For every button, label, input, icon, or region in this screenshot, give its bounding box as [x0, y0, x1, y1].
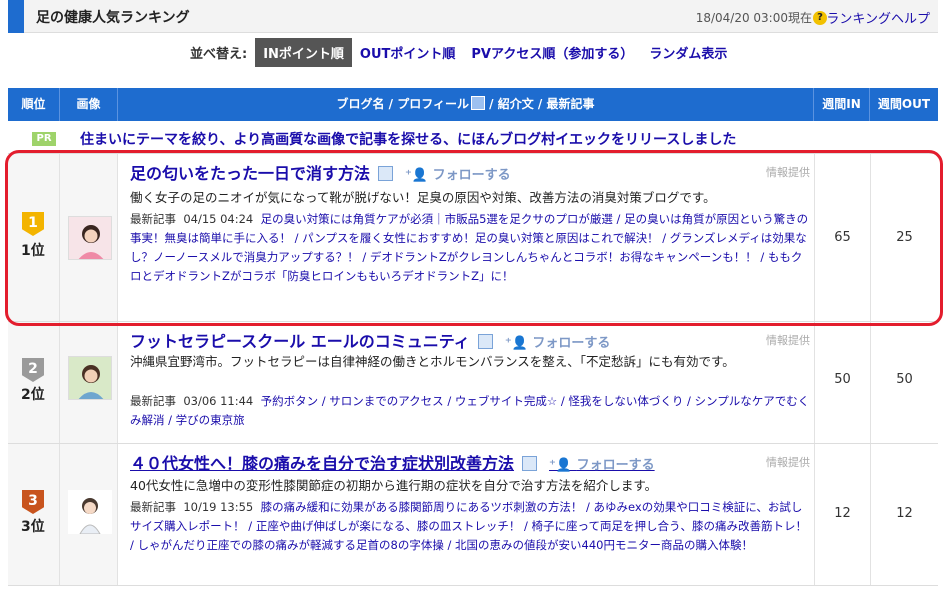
blog-title-link[interactable]: ４０代女性へ！膝の痛みを自分で治す症状別改善方法 ⁺👤 フォローする [130, 450, 655, 474]
pr-badge: PR [32, 132, 56, 146]
rank-label: 1位 [21, 243, 45, 259]
profile-icon [471, 96, 485, 110]
ranking-row-1: 1 1位 足の匂いをたった一日で消す方法 ⁺👤 フォローする 情報提供 働く女子の… [8, 154, 938, 322]
recent-articles: 最新記事 03/06 11:44 予約ボタン / サロンまでのアクセス / ウェ… [130, 392, 810, 430]
col-weekly-out: 週間OUT [877, 97, 931, 111]
col-image: 画像 [60, 88, 118, 121]
weekly-out-value: 12 [896, 506, 913, 521]
pr-row: PR 住まいにテーマを絞り、より高画質な画像で記事を探せる、にほんブログ村イエッ… [8, 122, 938, 154]
blog-description: 沖縄県宜野湾市。フットセラピーは自律神経の働きとホルモンバランスを整え、「不定愁… [130, 354, 735, 369]
blog-title-link[interactable]: フットセラピースクール エールのコミュニティ ⁺👤 フォローする [130, 328, 610, 352]
blog-title-link[interactable]: 足の匂いをたった一日で消す方法 ⁺👤 フォローする [130, 160, 511, 184]
col-blog: ブログ名 / プロフィール / 紹介文 / 最新記事 [118, 88, 814, 121]
sort-in-points[interactable]: INポイント順 [255, 37, 352, 67]
info-provide-link[interactable]: 情報提供 [766, 454, 810, 470]
header-accent-bar [8, 0, 24, 33]
ranking-row-2: 2 2位 フットセラピースクール エールのコミュニティ ⁺👤 フォローする 情報提… [8, 322, 938, 444]
gold-medal-icon: 1 [22, 212, 44, 236]
follow-button[interactable]: ⁺👤 フォローする [405, 168, 511, 183]
weekly-in-value: 50 [834, 372, 851, 387]
blog-thumbnail[interactable] [68, 216, 112, 260]
sort-out-points[interactable]: OUTポイント順 [352, 38, 463, 67]
sort-pv-access[interactable]: PVアクセス順（参加する） [463, 38, 641, 67]
rank-label: 2位 [21, 387, 45, 403]
rank-label: 3位 [21, 519, 45, 535]
weekly-out-value: 25 [896, 230, 913, 245]
recent-articles: 最新記事 04/15 04:24 足の臭い対策には角質ケアが必須｜市販品5選を足… [130, 210, 810, 286]
ranking-help-link[interactable]: ランキングヘルプ [826, 8, 930, 27]
silver-medal-icon: 2 [22, 358, 44, 382]
help-icon[interactable]: ? [813, 11, 827, 25]
page-title: 足の健康人気ランキング [36, 10, 190, 26]
ranking-row-3: 3 3位 ４０代女性へ！膝の痛みを自分で治す症状別改善方法 ⁺👤 フォローする 情… [8, 444, 938, 586]
recent-time: 03/06 11:44 [183, 394, 254, 408]
info-provide-link[interactable]: 情報提供 [766, 332, 810, 348]
col-weekly-in: 週間IN [814, 88, 870, 121]
ranking-table-header: 順位 画像 ブログ名 / プロフィール / 紹介文 / 最新記事 週間IN 週間… [8, 88, 938, 121]
col-blog-tail: / 紹介文 / 最新記事 [485, 97, 595, 111]
update-timestamp: 18/04/20 03:00現在 [695, 11, 812, 25]
blog-description: 40代女性に急増中の変形性膝関節症の初期から進行期の症状を自分で治す方法を紹介し… [130, 478, 658, 493]
info-provide-link[interactable]: 情報提供 [766, 164, 810, 180]
follow-button[interactable]: ⁺👤 フォローする [549, 458, 655, 473]
weekly-in-value: 12 [834, 506, 851, 521]
col-blog-label: ブログ名 / プロフィール [336, 97, 470, 111]
recent-label: 最新記事 [130, 394, 176, 408]
bronze-medal-icon: 3 [22, 490, 44, 514]
recent-time: 10/19 13:55 [183, 500, 254, 514]
sort-random[interactable]: ランダム表示 [641, 38, 735, 67]
blog-thumbnail[interactable] [68, 356, 112, 400]
recent-label: 最新記事 [130, 500, 176, 514]
blog-thumbnail[interactable] [68, 490, 112, 534]
blog-description: 働く女子の足のニオイが気になって靴が脱げない！足臭の原因や対策、改善方法の消臭対… [130, 190, 716, 205]
ranking-header: 足の健康人気ランキング 18/04/20 03:00現在 ? ランキングヘルプ [8, 0, 938, 33]
sort-bar: 並べ替え: INポイント順 OUTポイント順 PVアクセス順（参加する） ランダ… [190, 37, 735, 67]
weekly-out-value: 50 [896, 372, 913, 387]
recent-time: 04/15 04:24 [183, 212, 254, 226]
recent-articles: 最新記事 10/19 13:55 膝の痛み緩和に効果がある膝関節周りにあるツボ刺… [130, 498, 810, 555]
profile-icon[interactable] [378, 166, 394, 181]
follow-button[interactable]: ⁺👤 フォローする [505, 336, 611, 351]
profile-icon[interactable] [477, 334, 493, 349]
profile-icon[interactable] [522, 456, 538, 471]
col-rank: 順位 [8, 88, 60, 121]
sort-label: 並べ替え: [190, 46, 248, 62]
pr-link[interactable]: 住まいにテーマを絞り、より高画質な画像で記事を探せる、にほんブログ村イエックをリ… [80, 129, 736, 149]
weekly-in-value: 65 [834, 230, 851, 245]
recent-label: 最新記事 [130, 212, 176, 226]
